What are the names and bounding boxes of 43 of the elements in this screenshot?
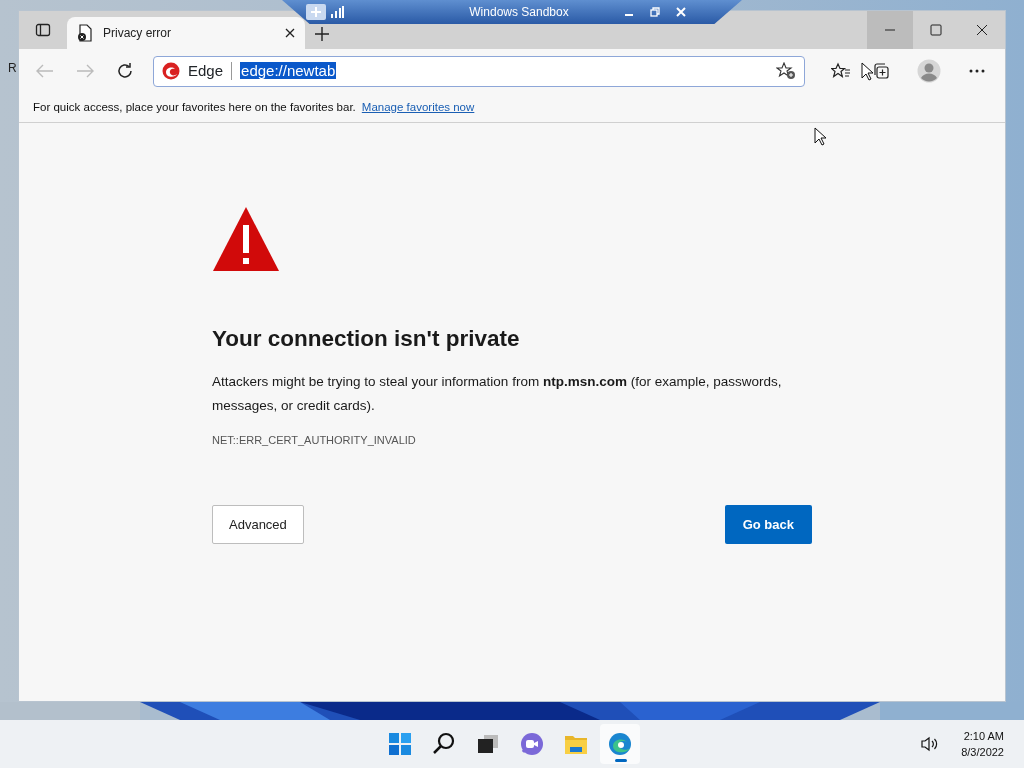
error-message: Attackers might be trying to steal your information from ntp.msn.com (for example, passwords, messages, or credit cards). [212, 373, 783, 415]
edge-button[interactable] [600, 724, 640, 764]
refresh-icon [116, 62, 134, 80]
forward-arrow-icon [76, 64, 94, 78]
signal-icon [330, 5, 344, 19]
maximize-icon [930, 24, 942, 36]
close-icon [976, 24, 988, 36]
url-text: edge://newtab [240, 60, 338, 81]
favorites-icon [831, 62, 851, 80]
chat-icon [520, 732, 544, 756]
tab-title: Privacy error [103, 25, 172, 42]
add-favorite-icon[interactable] [776, 62, 796, 80]
warning-icon [212, 205, 280, 273]
back-arrow-icon [36, 64, 54, 78]
edge-logo-icon [162, 62, 180, 80]
error-code: NET::ERR_CERT_AUTHORITY_INVALID [212, 433, 417, 448]
address-bar[interactable]: Edge edge://newtab [153, 55, 805, 87]
task-view-icon [476, 732, 500, 756]
page-error-icon [77, 24, 93, 42]
error-heading: Your connection isn't private [212, 325, 521, 352]
volume-icon[interactable] [920, 736, 940, 752]
manage-favorites-link[interactable]: Manage favorites now [361, 98, 475, 117]
edge-logo-icon [608, 732, 632, 756]
favorites-bar-message: For quick access, place your favorites here on the favorites bar. [33, 99, 356, 115]
profile-avatar-icon [917, 59, 941, 83]
mouse-cursor-icon [814, 126, 828, 147]
windows-logo-icon [388, 732, 412, 756]
desktop-icon-label[interactable]: R [8, 59, 17, 77]
mouse-cursor-icon [861, 61, 875, 82]
clock-time[interactable]: 2:10 AM [961, 728, 1004, 744]
clock-date[interactable]: 8/3/2022 [961, 744, 1004, 760]
close-icon[interactable] [285, 28, 295, 38]
sidebar-icon [35, 22, 51, 38]
search-icon [432, 732, 456, 756]
site-label: Edge [188, 60, 224, 81]
plus-icon [314, 26, 330, 42]
go-back-button[interactable]: Go back [724, 504, 812, 544]
collections-icon [872, 62, 890, 80]
advanced-button[interactable]: Advanced [212, 504, 304, 544]
restore-icon[interactable] [650, 7, 660, 17]
connection-bar-title: Windows Sandbox [468, 4, 570, 21]
browser-tab[interactable]: Privacy error [67, 17, 305, 49]
more-icon [969, 69, 985, 73]
